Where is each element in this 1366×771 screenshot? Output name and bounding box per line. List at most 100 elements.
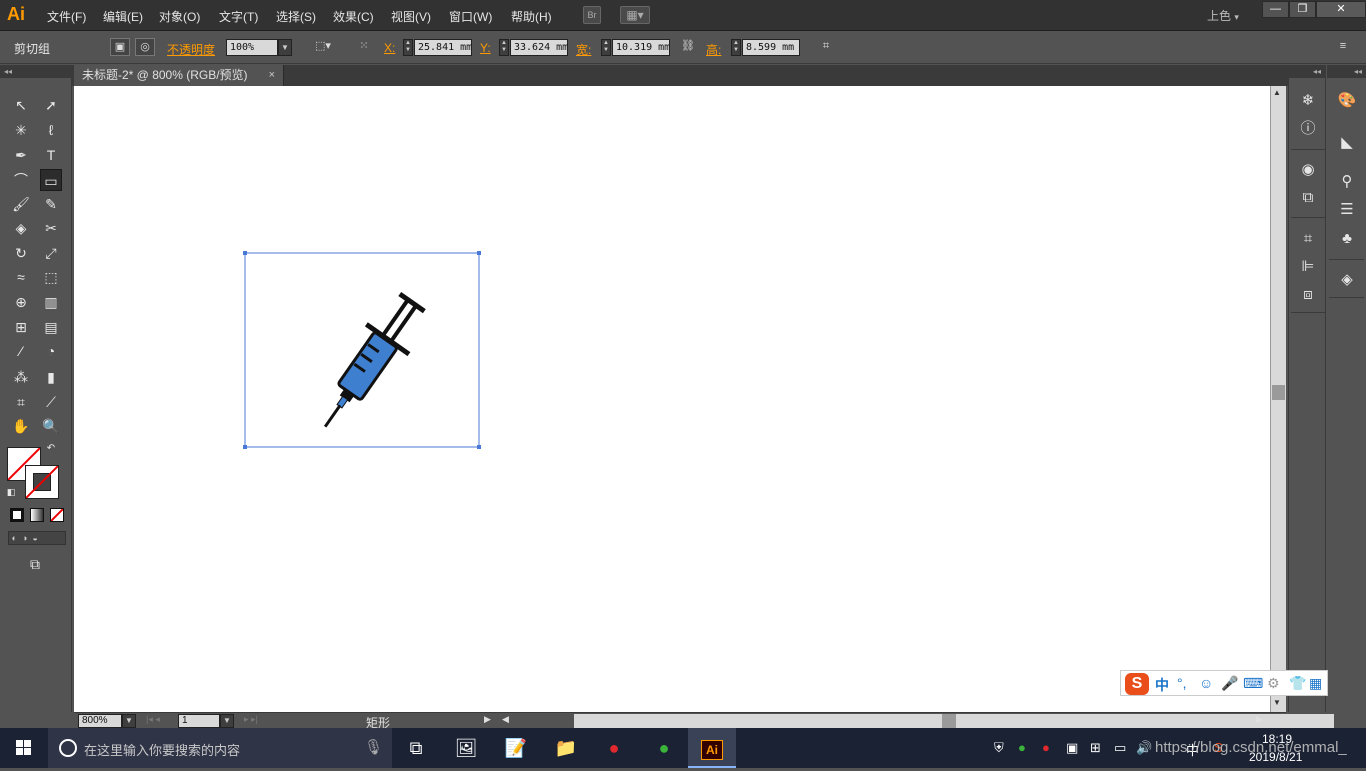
height-stepper[interactable]: ▲ ▼ bbox=[731, 39, 741, 56]
menu-help[interactable]: 帮助(H) bbox=[511, 8, 552, 25]
pen-tool[interactable]: ✒ bbox=[10, 144, 32, 166]
warp-tool[interactable]: ≈ bbox=[10, 266, 32, 288]
restore-button[interactable]: ❐ bbox=[1289, 1, 1316, 18]
none-mode-button[interactable] bbox=[50, 508, 64, 522]
search-box[interactable]: 在这里输入你要搜索的内容 🎙 bbox=[48, 728, 392, 768]
taskbar-app-music[interactable]: ● bbox=[590, 728, 638, 768]
selection-tool[interactable]: ↖ bbox=[10, 94, 32, 116]
taskbar-app-explorer[interactable]: 📁 bbox=[542, 728, 590, 768]
info-panel-icon[interactable]: ⓘ bbox=[1296, 118, 1320, 140]
transparency-panel-icon[interactable]: ⧉ bbox=[1296, 187, 1320, 209]
horizontal-scrollbar[interactable] bbox=[574, 714, 1334, 728]
rotate-tool[interactable]: ↻ bbox=[10, 242, 32, 264]
swap-fill-stroke-icon[interactable]: ↶ bbox=[44, 442, 58, 456]
draw-modes[interactable]: ◐ ◑ ◒ bbox=[8, 531, 66, 545]
close-button[interactable]: ✕ bbox=[1316, 1, 1366, 18]
transform-button[interactable]: ⌗ bbox=[816, 38, 836, 56]
ime-language[interactable]: 中 bbox=[1155, 675, 1169, 695]
arrange-documents-button[interactable]: ▦▾ bbox=[620, 6, 650, 24]
direct-selection-tool[interactable]: ➚ bbox=[40, 94, 62, 116]
height-input[interactable]: 8.599 mm bbox=[742, 39, 800, 56]
opacity-input[interactable]: 100% bbox=[226, 39, 278, 56]
x-input[interactable]: 25.841 mm bbox=[414, 39, 472, 56]
stroke-swatch[interactable] bbox=[25, 465, 59, 499]
zoom-dropdown[interactable]: ▼ bbox=[122, 714, 136, 728]
settings-icon[interactable]: ⚙ bbox=[1267, 675, 1280, 692]
default-fill-stroke-icon[interactable]: ◧ bbox=[4, 485, 18, 499]
microphone-icon[interactable]: 🎙 bbox=[364, 738, 383, 756]
type-tool[interactable]: T bbox=[40, 144, 62, 166]
scroll-up-icon[interactable]: ▲ bbox=[1273, 88, 1281, 97]
browser-tray-icon[interactable]: ● bbox=[1018, 740, 1026, 755]
menu-effect[interactable]: 效果(C) bbox=[333, 8, 374, 25]
line-segment-tool[interactable]: ⌒ bbox=[10, 169, 32, 191]
perspective-grid-tool[interactable]: ▥ bbox=[40, 291, 62, 313]
lasso-tool[interactable]: ℓ bbox=[40, 119, 62, 141]
close-tab-icon[interactable]: × bbox=[269, 65, 275, 86]
menu-type[interactable]: 文字(T) bbox=[219, 8, 258, 25]
zoom-tool[interactable]: 🔍 bbox=[40, 415, 62, 437]
eyedropper-tool[interactable]: ⁄ bbox=[10, 340, 32, 362]
blob-brush-tool[interactable]: ◈ bbox=[10, 217, 32, 239]
document-tab[interactable]: 未标题-2* @ 800% (RGB/预览) × bbox=[74, 65, 284, 86]
scissors-tool[interactable]: ✂ bbox=[40, 217, 62, 239]
zoom-input[interactable]: 800% bbox=[78, 714, 122, 728]
transform-panel-icon[interactable]: ⌗ bbox=[1296, 228, 1320, 250]
paintbrush-tool[interactable]: 🖌 bbox=[10, 193, 32, 215]
taskbar-app-browser[interactable]: ● bbox=[640, 728, 688, 768]
rectangle-tool[interactable]: ▭ bbox=[40, 169, 62, 191]
task-view-button[interactable]: ⧉ bbox=[392, 728, 440, 768]
scale-tool[interactable]: ⤢ bbox=[40, 242, 62, 264]
symbols-panel-icon[interactable]: ❄ bbox=[1296, 90, 1320, 112]
taskbar-app-illustrator[interactable]: Ai bbox=[688, 728, 736, 768]
artboard-number-input[interactable]: 1 bbox=[178, 714, 220, 728]
x-stepper[interactable]: ▲ ▼ bbox=[403, 39, 413, 56]
hand-tool[interactable]: ✋ bbox=[10, 415, 32, 437]
collapse-panels-right-icon[interactable]: ◂◂ bbox=[1327, 65, 1366, 78]
menu-edit[interactable]: 编辑(E) bbox=[103, 8, 143, 25]
ime-punctuation[interactable]: °, bbox=[1177, 675, 1187, 691]
canvas[interactable] bbox=[74, 86, 1270, 712]
constrain-proportions-button[interactable]: ⛓ bbox=[678, 38, 698, 56]
gradient-mode-button[interactable] bbox=[30, 508, 44, 522]
collapse-panels-icon[interactable]: ◂◂ bbox=[1289, 65, 1325, 78]
start-button[interactable] bbox=[0, 728, 48, 768]
menu-window[interactable]: 窗口(W) bbox=[449, 8, 492, 25]
defender-icon[interactable]: ⛨ bbox=[994, 740, 1004, 756]
screen-mode-button[interactable]: ⧉ bbox=[24, 553, 46, 575]
vertical-scrollbar[interactable]: ▲ ▼ bbox=[1270, 86, 1286, 712]
taskbar-app-photos[interactable]: 🖼 bbox=[442, 728, 490, 768]
y-stepper[interactable]: ▲ ▼ bbox=[499, 39, 509, 56]
music-tray-icon[interactable]: ● bbox=[1042, 740, 1050, 755]
artwork[interactable] bbox=[74, 86, 1270, 712]
color-mode-button[interactable] bbox=[10, 508, 24, 522]
align-panel-icon[interactable]: ⊫ bbox=[1296, 256, 1320, 278]
keyboard-icon[interactable]: ⌨ bbox=[1243, 675, 1263, 692]
scroll-left-icon[interactable]: ◀ bbox=[502, 714, 509, 725]
last-artboard-icon[interactable]: ▸ ▸| bbox=[244, 714, 258, 725]
brushes-panel-icon[interactable]: ⚲ bbox=[1335, 171, 1359, 193]
volume-icon[interactable]: 🔊 bbox=[1136, 740, 1152, 756]
edit-clipping-path-button[interactable]: ▣ bbox=[110, 38, 130, 56]
menu-view[interactable]: 视图(V) bbox=[391, 8, 431, 25]
slice-tool[interactable]: ⟋ bbox=[40, 391, 62, 413]
menu-file[interactable]: 文件(F) bbox=[47, 8, 86, 25]
scroll-right-icon[interactable]: ▶ bbox=[1256, 714, 1263, 725]
artboard-tool[interactable]: ⌗ bbox=[10, 391, 32, 413]
first-artboard-icon[interactable]: |◂ ◂ bbox=[146, 714, 160, 725]
appearance-panel-icon[interactable]: ◉ bbox=[1296, 159, 1320, 181]
pencil-tool[interactable]: ✎ bbox=[40, 193, 62, 215]
opacity-dropdown[interactable]: ▼ bbox=[278, 39, 292, 56]
status-menu-icon[interactable]: ▶ bbox=[484, 714, 491, 725]
bridge-button[interactable]: Br bbox=[583, 6, 601, 24]
free-transform-tool[interactable]: ⬚ bbox=[40, 266, 62, 288]
network-status-icon[interactable]: ⊞ bbox=[1090, 740, 1101, 756]
y-input[interactable]: 33.624 mm bbox=[510, 39, 568, 56]
menu-select[interactable]: 选择(S) bbox=[276, 8, 316, 25]
collapse-tools-icon[interactable]: ◂◂ bbox=[0, 65, 72, 78]
shape-builder-tool[interactable]: ⊕ bbox=[10, 291, 32, 313]
microphone-icon[interactable]: 🎤 bbox=[1221, 675, 1238, 692]
gradient-tool[interactable]: ▤ bbox=[40, 316, 62, 338]
blend-tool[interactable]: ◔ bbox=[40, 340, 62, 362]
symbol-sprayer-tool[interactable]: ⁂ bbox=[10, 366, 32, 388]
